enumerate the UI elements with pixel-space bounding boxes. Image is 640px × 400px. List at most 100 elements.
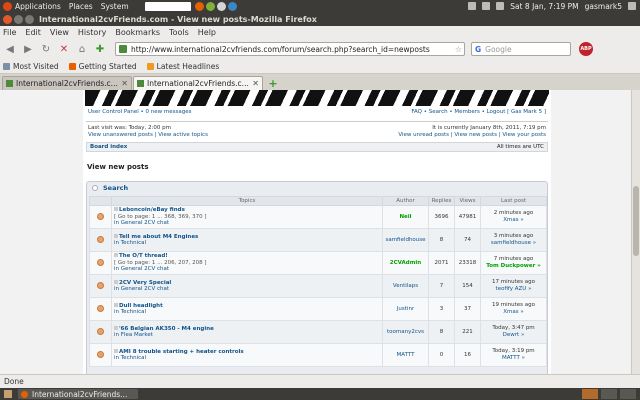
adblock-icon[interactable]: ABP: [579, 42, 593, 56]
view-latest-post-icon[interactable]: »: [528, 286, 531, 292]
new-tab-icon[interactable]: +: [267, 77, 279, 90]
clock[interactable]: Sat 8 Jan, 7:19 PM: [510, 2, 578, 11]
tab-close-icon[interactable]: ✕: [252, 79, 259, 88]
unanswered-active-links[interactable]: View unanswered posts | View active topi…: [88, 132, 208, 139]
topic-author[interactable]: Ventilaps: [382, 274, 429, 298]
topic-forum-link[interactable]: in Technical: [114, 355, 382, 362]
last-post-author[interactable]: Xmas »: [481, 217, 546, 224]
menu-tools[interactable]: Tools: [169, 28, 189, 37]
stop-icon[interactable]: ✕: [57, 42, 71, 56]
launcher-icons: [194, 1, 237, 11]
bookmark-page-icon[interactable]: ✚: [93, 42, 107, 56]
view-posts-links[interactable]: View unread posts | View new posts | Vie…: [398, 132, 546, 139]
last-post-author[interactable]: teofify AZU »: [481, 286, 546, 293]
search-panel-title[interactable]: Search: [103, 184, 128, 192]
workspace-2[interactable]: [601, 389, 617, 399]
last-post-author[interactable]: Tom Duckpower »: [481, 263, 546, 270]
new-post-icon[interactable]: [114, 253, 118, 258]
topic-forum-link[interactable]: in Technical: [114, 309, 382, 316]
topic-author[interactable]: toomany2cvs: [382, 320, 429, 344]
panel-search-box[interactable]: [144, 1, 191, 11]
last-post-author[interactable]: samfieldhouse »: [481, 240, 546, 247]
mail-icon[interactable]: [468, 2, 477, 10]
applications-menu[interactable]: Applications: [15, 2, 61, 11]
new-post-icon[interactable]: [114, 325, 118, 330]
topic-forum-link[interactable]: in General 2CV chat: [114, 266, 382, 273]
bookmark-most-visited[interactable]: Most Visited: [3, 62, 59, 71]
ubuntu-logo-icon[interactable]: [3, 1, 12, 11]
view-latest-post-icon[interactable]: »: [521, 332, 524, 338]
search-input[interactable]: G Google: [471, 42, 571, 56]
star-icon[interactable]: ☆: [455, 45, 464, 54]
topic-author[interactable]: samfieldhouse: [382, 228, 429, 252]
google-icon[interactable]: G: [475, 45, 481, 54]
trash-icon[interactable]: [620, 389, 636, 399]
maximize-window-button[interactable]: [25, 14, 34, 24]
bookmark-getting-started[interactable]: Getting Started: [68, 62, 137, 71]
menu-edit[interactable]: Edit: [25, 28, 41, 37]
bottom-panel: International2cvFriends...: [0, 388, 640, 400]
user-control-panel-link[interactable]: User Control Panel • 0 new messages: [88, 109, 191, 115]
topic-author[interactable]: Neil: [382, 205, 429, 229]
bookmark-latest-headlines[interactable]: Latest Headlines: [146, 62, 219, 71]
new-post-icon[interactable]: [114, 207, 118, 212]
forward-icon[interactable]: ▶: [21, 42, 35, 56]
menu-help[interactable]: Help: [198, 28, 216, 37]
reload-icon[interactable]: ↻: [39, 42, 53, 56]
last-post-author[interactable]: Dewrt »: [481, 332, 546, 339]
menu-history[interactable]: History: [78, 28, 106, 37]
places-menu[interactable]: Places: [69, 2, 93, 11]
page-scrollbar[interactable]: [631, 90, 640, 374]
menu-file[interactable]: File: [3, 28, 16, 37]
network-icon[interactable]: [482, 2, 491, 10]
spotify-launcher-icon[interactable]: [205, 1, 215, 11]
home-icon[interactable]: ⌂: [75, 42, 89, 56]
topic-replies: 3696: [428, 205, 455, 229]
view-latest-post-icon[interactable]: »: [520, 217, 523, 223]
menu-view[interactable]: View: [50, 28, 69, 37]
topic-author[interactable]: MATTT: [382, 343, 429, 367]
back-icon[interactable]: ◀: [3, 42, 17, 56]
media-launcher-icon[interactable]: [216, 1, 226, 11]
scrollbar-thumb[interactable]: [633, 186, 639, 256]
header-replies: Replies: [428, 196, 455, 206]
table-row: Dull headlight in Technical Justinr 3 37 19 m…: [89, 297, 547, 321]
view-latest-post-icon[interactable]: »: [537, 263, 541, 269]
new-post-icon[interactable]: [114, 348, 118, 353]
minimize-window-button[interactable]: [14, 14, 23, 24]
topic-author[interactable]: Justinr: [382, 297, 429, 321]
topic-forum-link[interactable]: in Flea Market: [114, 332, 382, 339]
chat-launcher-icon[interactable]: [227, 1, 237, 11]
new-post-icon[interactable]: [114, 279, 118, 284]
user-name[interactable]: gasmark5: [585, 2, 622, 11]
tab-close-icon[interactable]: ✕: [121, 79, 128, 88]
firefox-launcher-icon[interactable]: [194, 1, 204, 11]
tab-1[interactable]: International2cvFriends.c... ✕: [2, 76, 132, 90]
menu-bookmarks[interactable]: Bookmarks: [115, 28, 160, 37]
url-bar[interactable]: http://www.international2cvfriends.com/f…: [115, 42, 465, 56]
last-post-time: 7 minutes ago: [493, 256, 534, 262]
tab-2[interactable]: International2cvFriends.c... ✕: [133, 76, 263, 90]
topic-forum-link[interactable]: in Technical: [114, 240, 382, 247]
power-icon[interactable]: [628, 2, 636, 10]
new-post-icon[interactable]: [114, 302, 118, 307]
header-links[interactable]: FAQ • Search • Members • Logout [ Gas Ma…: [411, 109, 546, 115]
last-post-author[interactable]: Xmas »: [481, 309, 546, 316]
view-latest-post-icon[interactable]: »: [520, 309, 523, 315]
system-menu[interactable]: System: [101, 2, 129, 11]
show-desktop-icon[interactable]: [4, 390, 12, 398]
topic-author[interactable]: 2CVAdmin: [382, 251, 429, 275]
topic-forum-link[interactable]: in General 2CV chat: [114, 220, 382, 227]
close-window-button[interactable]: [3, 14, 12, 24]
volume-icon[interactable]: [496, 2, 505, 10]
workspace-1[interactable]: [582, 389, 598, 399]
topic-last-post: 19 minutes ago Xmas »: [480, 297, 547, 321]
new-post-icon[interactable]: [114, 233, 118, 238]
topic-cell: AMI 8 trouble starting + heater controls…: [111, 343, 383, 367]
topic-forum-link[interactable]: in General 2CV chat: [114, 286, 382, 293]
taskbar-firefox-window[interactable]: International2cvFriends...: [18, 389, 138, 399]
board-index-link[interactable]: Board index: [90, 144, 127, 150]
last-post-author[interactable]: MATTT »: [481, 355, 546, 362]
view-latest-post-icon[interactable]: »: [522, 355, 525, 361]
view-latest-post-icon[interactable]: »: [533, 240, 536, 246]
